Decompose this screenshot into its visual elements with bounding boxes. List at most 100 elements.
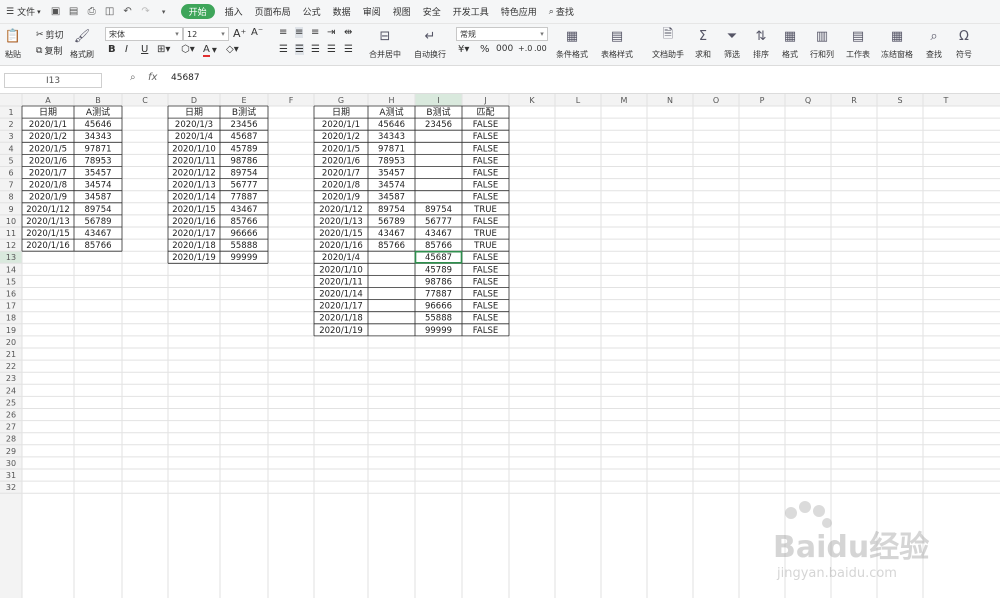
justify-icon[interactable]: ☰ bbox=[327, 44, 336, 55]
sort-button[interactable]: ⇅ 排序 bbox=[752, 27, 770, 60]
file-menu[interactable]: ☰ 文件 ▾ bbox=[0, 1, 47, 23]
merge-center-button[interactable]: ⊟ 合并居中 bbox=[369, 27, 401, 60]
font-size-select[interactable]: 12 ▾ bbox=[183, 27, 229, 41]
number-format-select[interactable]: 常规 ▾ bbox=[456, 27, 548, 41]
table-cell: FALSE bbox=[473, 277, 498, 287]
align-left-icon[interactable]: ☰ bbox=[279, 44, 288, 55]
indent-icon[interactable]: ⇥ bbox=[327, 27, 335, 38]
print-preview-icon[interactable]: ◫ bbox=[101, 1, 119, 23]
italic-icon[interactable]: I bbox=[125, 44, 128, 55]
table-cell: 89754 bbox=[230, 169, 257, 179]
table-cell: 78953 bbox=[378, 156, 405, 166]
tab-3[interactable]: 公式 bbox=[297, 1, 327, 23]
table-cell: 2020/1/9 bbox=[29, 193, 67, 203]
clear-format-icon[interactable]: ◇▾ bbox=[226, 44, 239, 55]
print-icon[interactable]: ⎙ bbox=[83, 1, 101, 23]
formula-input[interactable]: 45687 bbox=[171, 73, 200, 83]
tab-8[interactable]: 开发工具 bbox=[447, 1, 495, 23]
symbol-button[interactable]: Ω 符号 bbox=[955, 27, 973, 60]
font-name-select[interactable]: 宋体 ▾ bbox=[105, 27, 183, 41]
row-col-button[interactable]: ▥ 行和列 bbox=[810, 27, 834, 60]
filter-button[interactable]: ⏷ 筛选 bbox=[723, 27, 741, 60]
redo-icon[interactable]: ↷ bbox=[137, 1, 155, 23]
tab-7[interactable]: 安全 bbox=[417, 1, 447, 23]
undo-icon[interactable]: ↶ bbox=[119, 1, 137, 23]
distribute-icon[interactable]: ⇹ bbox=[344, 27, 352, 38]
table-header-cell: 日期 bbox=[185, 107, 203, 118]
zoom-icon[interactable]: ⌕ bbox=[130, 72, 136, 83]
table-cell: 98786 bbox=[425, 277, 452, 287]
table-cell: 2020/1/1 bbox=[322, 120, 360, 130]
tab-5[interactable]: 审阅 bbox=[357, 1, 387, 23]
chevron-down-icon: ▾ bbox=[175, 30, 179, 38]
sigma-icon: Σ bbox=[698, 28, 708, 44]
save-icon[interactable]: ▣ bbox=[47, 1, 65, 23]
table-cell: 89754 bbox=[425, 205, 452, 215]
table-cell: FALSE bbox=[473, 181, 498, 191]
tab-2[interactable]: 页面布局 bbox=[249, 1, 297, 23]
table-header-cell: A测试 bbox=[379, 106, 403, 118]
tab-9[interactable]: 特色应用 bbox=[495, 1, 543, 23]
fx-label: fx bbox=[148, 72, 158, 83]
tab-0[interactable]: 开始 bbox=[180, 4, 215, 19]
increase-decimal-icon[interactable]: +.0 bbox=[518, 44, 532, 53]
watermark-brand: Baidu经验 bbox=[773, 530, 929, 565]
format-button[interactable]: ▦ 格式 bbox=[781, 27, 799, 60]
row-header-1: 1 bbox=[8, 108, 13, 117]
cut-button[interactable]: ✂ 剪切 bbox=[36, 28, 64, 42]
paste-button[interactable]: 📋 粘贴 bbox=[4, 27, 22, 60]
column-header-P: P bbox=[760, 96, 765, 105]
thousands-icon[interactable]: 000 bbox=[496, 44, 513, 54]
conditional-format-button[interactable]: ▦ 条件格式 bbox=[556, 27, 588, 60]
align-bottom-icon[interactable]: ≡ bbox=[311, 27, 319, 38]
worksheet-button[interactable]: ▤ 工作表 bbox=[846, 27, 870, 60]
table-cell: 2020/1/14 bbox=[319, 290, 363, 300]
decrease-decimal-icon[interactable]: .00 bbox=[534, 44, 547, 53]
search-button[interactable]: ⌕ 查找 bbox=[543, 1, 580, 23]
copy-button[interactable]: ⧉ 复制 bbox=[36, 44, 62, 58]
sum-button[interactable]: Σ 求和 bbox=[694, 27, 712, 60]
currency-icon[interactable]: ¥▾ bbox=[458, 44, 469, 55]
table-header-cell: 匹配 bbox=[476, 107, 494, 118]
percent-icon[interactable]: % bbox=[480, 44, 490, 55]
table-cell: 2020/1/4 bbox=[175, 132, 213, 142]
distributed-align-icon[interactable]: ☰ bbox=[344, 44, 353, 55]
decrease-font-icon[interactable]: A⁻ bbox=[251, 27, 263, 38]
format-painter-button[interactable]: 🖌 格式刷 bbox=[70, 27, 94, 60]
table-style-button[interactable]: ▤ 表格样式 bbox=[601, 27, 633, 60]
name-box[interactable]: I13 bbox=[4, 73, 102, 88]
table-cell: 99999 bbox=[230, 253, 257, 263]
cut-label: 剪切 bbox=[45, 31, 64, 41]
align-middle-icon[interactable]: ≡ bbox=[295, 27, 304, 38]
fill-color-icon[interactable]: ⬡▾ bbox=[181, 44, 195, 55]
wrap-text-button[interactable]: ↵ 自动换行 bbox=[414, 27, 446, 60]
bold-icon[interactable]: B bbox=[108, 44, 116, 55]
row-header-7: 7 bbox=[8, 181, 13, 190]
row-header-17: 17 bbox=[6, 302, 16, 311]
border-icon[interactable]: ⊞▾ bbox=[157, 44, 170, 55]
align-right-icon[interactable]: ☰ bbox=[311, 44, 320, 55]
font-color-icon[interactable]: A ▾ bbox=[203, 44, 217, 57]
freeze-panes-button[interactable]: ▦ 冻结窗格 bbox=[881, 27, 913, 60]
column-header-B: B bbox=[95, 96, 101, 105]
increase-font-icon[interactable]: A⁺ bbox=[233, 27, 246, 40]
export-pdf-icon[interactable]: ▤ bbox=[65, 1, 83, 23]
hamburger-icon: ☰ bbox=[6, 6, 15, 17]
tab-6[interactable]: 视图 bbox=[387, 1, 417, 23]
table-cell: FALSE bbox=[473, 217, 498, 227]
table-cell: 2020/1/1 bbox=[29, 120, 67, 130]
row-header-14: 14 bbox=[6, 265, 16, 274]
align-top-icon[interactable]: ≡ bbox=[279, 27, 287, 38]
table-cell: 55888 bbox=[230, 241, 257, 251]
doc-helper-button[interactable]: 🗎 文档助手 bbox=[652, 27, 684, 60]
tab-1[interactable]: 插入 bbox=[219, 1, 249, 23]
more-icon[interactable]: ▾ bbox=[155, 1, 173, 23]
table-cell: 85766 bbox=[230, 217, 257, 227]
fx-icon[interactable]: fx bbox=[148, 72, 157, 83]
tab-4[interactable]: 数据 bbox=[327, 1, 357, 23]
underline-icon[interactable]: U bbox=[141, 44, 148, 55]
wrap-text-label: 自动换行 bbox=[414, 50, 446, 59]
find-button[interactable]: ⌕ 查找 bbox=[925, 27, 943, 60]
align-center-icon[interactable]: ☰ bbox=[295, 44, 304, 55]
document-icon: 🗎 bbox=[662, 27, 674, 42]
